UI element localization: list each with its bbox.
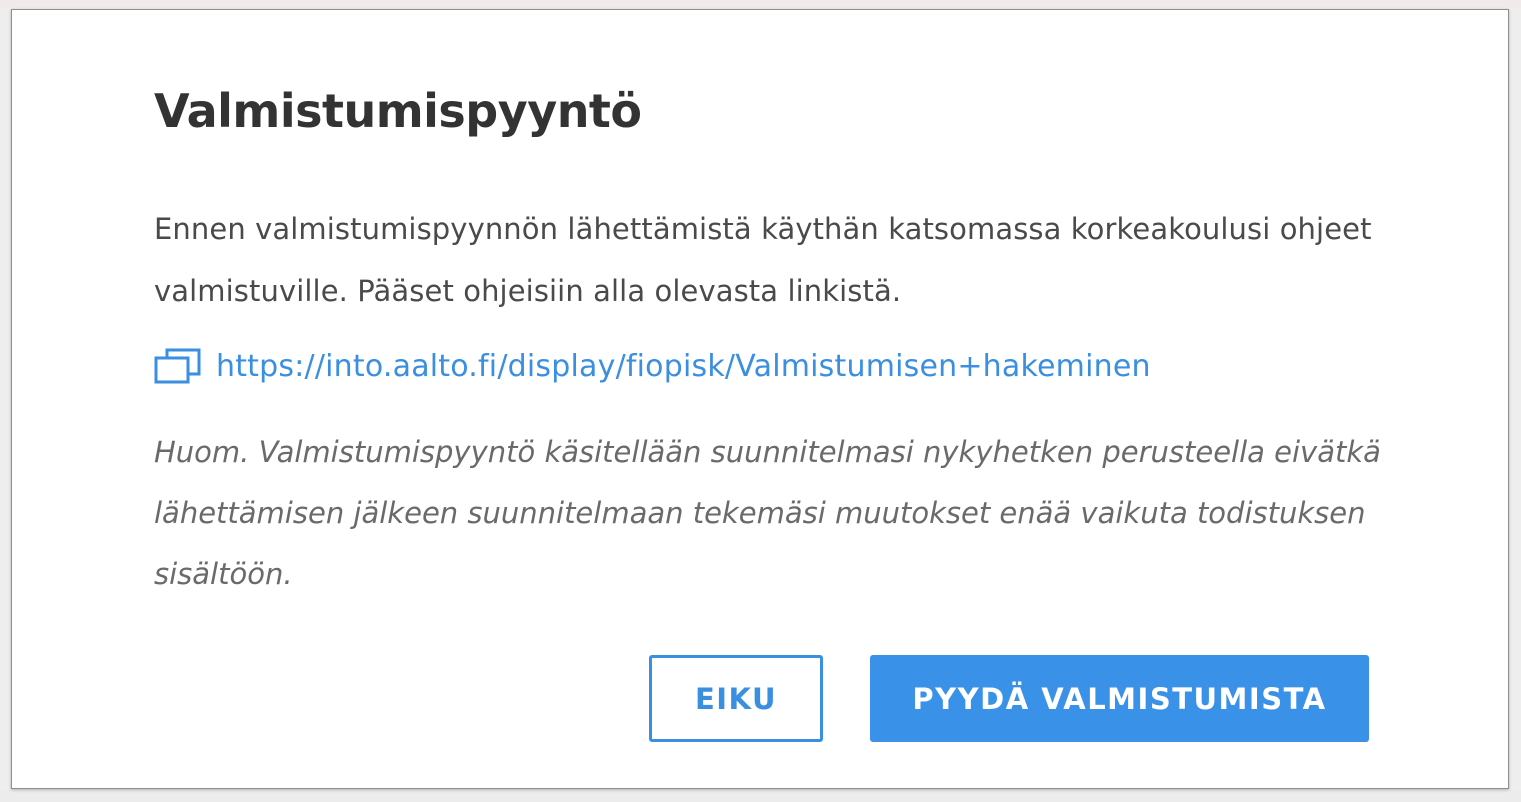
dialog-title: Valmistumispyyntö <box>154 84 642 138</box>
backdrop-strip <box>0 790 1521 802</box>
cancel-button[interactable]: EIKU <box>649 655 823 742</box>
instructions-link-row[interactable]: https://into.aalto.fi/display/fiopisk/Va… <box>154 344 1151 388</box>
dialog-note-text: Huom. Valmistumispyyntö käsitellään suun… <box>154 435 1381 591</box>
request-graduation-button[interactable]: PYYDÄ VALMISTUMISTA <box>870 655 1369 742</box>
graduation-request-dialog: Valmistumispyyntö Ennen valmistumispyynn… <box>11 9 1509 789</box>
instructions-link[interactable]: https://into.aalto.fi/display/fiopisk/Va… <box>216 349 1151 384</box>
backdrop-strip <box>0 0 1521 8</box>
external-link-icon <box>154 348 202 384</box>
dialog-intro-text: Ennen valmistumispyynnön lähettämistä kä… <box>154 212 1372 308</box>
